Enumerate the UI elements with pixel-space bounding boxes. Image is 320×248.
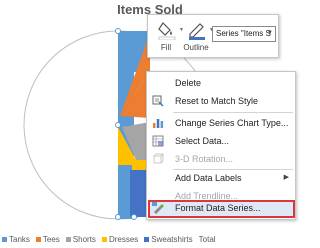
menu-item-label: Reset to Match Style [175,96,259,106]
menu-item-format-data-series[interactable]: Format Data Series... [148,200,295,218]
menu-item-change-series-chart-type[interactable]: Change Series Chart Type... [148,115,295,131]
fill-button[interactable]: ▼ Fill [152,18,184,56]
legend-swatch [35,236,41,242]
legend-item-dresses[interactable]: Dresses [101,234,139,244]
legend-item-shorts[interactable]: Shorts [65,234,96,244]
legend-label: Total [198,234,216,244]
menu-item-add-data-labels[interactable]: Add Data Labels ▶ [148,170,295,186]
rotation-3d-icon [153,153,164,164]
legend-swatch [101,236,107,242]
legend-label: Tanks [9,234,30,244]
menu-item-label: Format Data Series... [175,203,261,213]
selection-handle[interactable] [115,28,121,34]
menu-item-label: Add Data Labels [175,173,242,183]
menu-item-delete[interactable]: Delete [148,75,295,91]
mini-toolbar: ▼ Fill ▼ Outline Series "Items S ▼ [147,14,279,58]
menu-separator [173,112,293,113]
outline-label: Outline [183,43,209,52]
legend-label: Sweatshirts [151,234,193,244]
reset-style-icon [152,95,164,107]
legend-item-tees[interactable]: Tees [35,234,60,244]
chart-type-icon [153,119,164,128]
legend-label: Shorts [72,234,96,244]
pen-icon [189,23,205,40]
menu-item-label: Delete [175,78,202,88]
select-data-icon [152,135,164,147]
legend-item-tanks[interactable]: Tanks [2,235,30,244]
selection-handle[interactable] [131,214,137,220]
format-series-icon [152,202,164,214]
chevron-right-icon: ▶ [283,174,289,181]
menu-item-label: Select Data... [175,136,230,146]
series-selector-value: Series "Items S [216,29,271,38]
legend-swatch [65,236,71,242]
selection-handle[interactable] [115,122,121,128]
slice-sweatshirts[interactable] [130,170,146,217]
paint-bucket-icon [158,22,176,40]
outline-button[interactable]: ▼ Outline [182,18,214,56]
legend-item-sweatshirts[interactable]: Sweatshirts [144,234,193,244]
menu-item-select-data[interactable]: Select Data... [148,133,295,149]
context-menu: Delete Reset to Match Style Change Serie… [146,71,296,220]
menu-item-label: 3-D Rotation... [175,154,234,164]
menu-item-3d-rotation[interactable]: 3-D Rotation... [148,151,295,167]
chart-legend: Tanks Tees Shorts Dresses Sweatshirts To… [2,233,222,245]
fill-label: Fill [160,43,172,52]
menu-item-label: Change Series Chart Type... [175,118,289,128]
menu-item-reset-to-match-style[interactable]: Reset to Match Style [148,93,295,109]
legend-item-total[interactable]: Total [199,235,216,244]
legend-swatch [2,236,7,242]
legend-label: Tees [42,234,60,244]
legend-swatch [144,236,150,242]
legend-label: Dresses [108,234,139,244]
selection-handle[interactable] [115,214,121,220]
series-selector-dropdown[interactable]: Series "Items S ▼ [212,26,276,42]
chevron-down-icon: ▼ [267,30,273,36]
